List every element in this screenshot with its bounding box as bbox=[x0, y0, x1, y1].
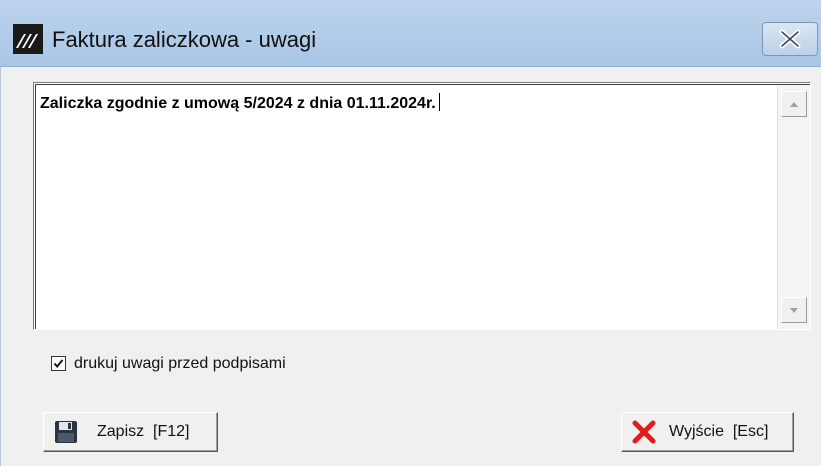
triangle-down-icon bbox=[790, 308, 798, 313]
app-logo-icon bbox=[13, 24, 43, 54]
print-notes-label[interactable]: drukuj uwagi przed podpisami bbox=[74, 355, 286, 373]
red-x-icon bbox=[632, 420, 656, 444]
exit-button-label: Wyjście [Esc] bbox=[669, 423, 769, 440]
close-button[interactable] bbox=[762, 22, 818, 56]
floppy-disk-icon bbox=[55, 421, 77, 443]
memo-text: Zaliczka zgodnie z umową 5/2024 z dnia 0… bbox=[40, 95, 436, 112]
save-button[interactable]: Zapisz [F12] bbox=[43, 412, 218, 452]
window-title: Faktura zaliczkowa - uwagi bbox=[52, 27, 317, 52]
save-button-label: Zapisz [F12] bbox=[97, 423, 190, 440]
title-bar[interactable]: Faktura zaliczkowa - uwagi bbox=[0, 0, 821, 67]
memo-text-line: Zaliczka zgodnie z umową 5/2024 z dnia 0… bbox=[40, 93, 440, 113]
scroll-up-button[interactable] bbox=[781, 91, 807, 117]
dialog-window: Faktura zaliczkowa - uwagi Zaliczka zgod… bbox=[0, 0, 821, 466]
notes-memo-field[interactable]: Zaliczka zgodnie z umową 5/2024 z dnia 0… bbox=[33, 82, 811, 330]
checkmark-icon bbox=[53, 359, 64, 369]
triangle-up-icon bbox=[790, 102, 798, 107]
print-notes-checkbox[interactable] bbox=[51, 356, 66, 371]
memo-inner-border: Zaliczka zgodnie z umową 5/2024 z dnia 0… bbox=[35, 84, 810, 329]
close-icon bbox=[779, 29, 801, 49]
exit-button[interactable]: Wyjście [Esc] bbox=[621, 412, 794, 452]
scroll-down-button[interactable] bbox=[781, 297, 807, 323]
text-caret bbox=[438, 93, 440, 111]
vertical-scrollbar[interactable] bbox=[777, 85, 810, 329]
